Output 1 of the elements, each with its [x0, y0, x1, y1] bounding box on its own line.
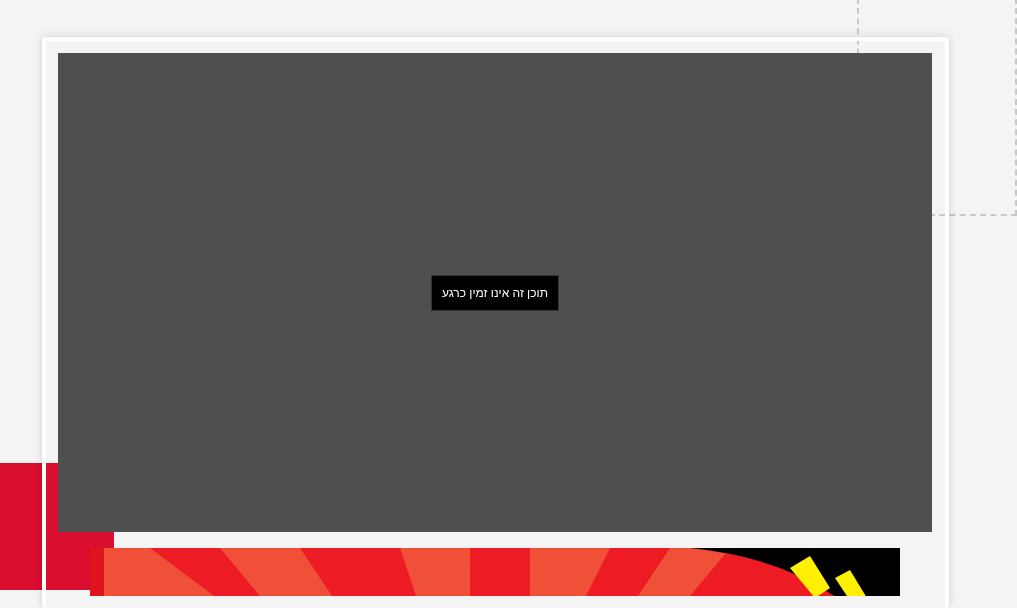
unavailable-message: תוכן זה אינו זמין כרגע	[431, 274, 559, 311]
